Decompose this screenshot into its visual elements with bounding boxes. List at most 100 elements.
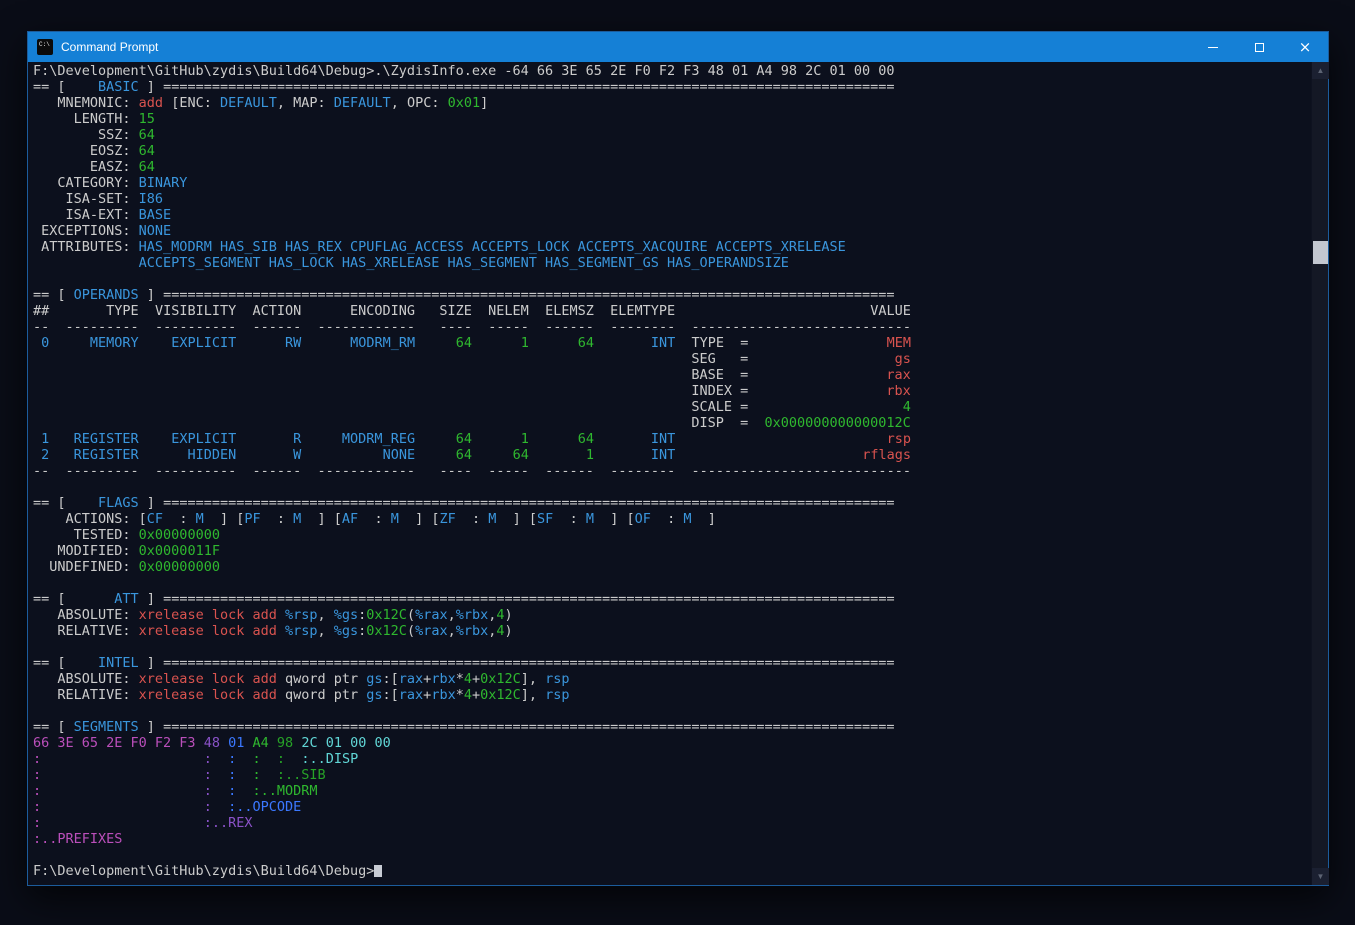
terminal-text: 0x12C (366, 607, 407, 623)
terminal-text (472, 431, 521, 447)
terminal-text (66, 655, 99, 671)
terminal-text: : (163, 511, 196, 527)
terminal-line: EOSZ: 64 (33, 143, 1311, 159)
close-icon: × (1299, 40, 1312, 55)
terminal-text: BASE = (691, 367, 748, 383)
scrollbar-thumb[interactable] (1313, 241, 1328, 264)
terminal-text: EOSZ: (33, 143, 139, 159)
terminal-text: RW (285, 335, 301, 351)
terminal-text: rbx (431, 671, 455, 687)
terminal-text: BASE (139, 207, 172, 223)
terminal-text (472, 335, 521, 351)
terminal-text: I86 (139, 191, 163, 207)
close-button[interactable]: × (1282, 32, 1328, 62)
terminal-text: : (253, 751, 261, 767)
terminal-text: OF (635, 511, 651, 527)
terminal-text (212, 783, 228, 799)
terminal-text: BASIC (98, 79, 139, 95)
terminal-text: ) (505, 607, 513, 623)
terminal-text: 64 (456, 447, 472, 463)
terminal-line: 1 REGISTER EXPLICIT R MODRM_REG 64 1 64 … (33, 431, 1311, 447)
terminal-text (472, 447, 513, 463)
titlebar[interactable]: C:\ Command Prompt × (28, 32, 1328, 62)
terminal-line: MNEMONIC: add [ENC: DEFAULT, MAP: DEFAUL… (33, 95, 1311, 111)
terminal-text: M (196, 511, 204, 527)
terminal-text: 64 (578, 431, 594, 447)
window-title: Command Prompt (61, 40, 1190, 54)
terminal-output[interactable]: F:\Development\GitHub\zydis\Build64\Debu… (28, 62, 1311, 885)
terminal-text (675, 463, 691, 479)
scroll-up-icon[interactable]: ▲ (1312, 62, 1329, 79)
terminal-text: : (33, 799, 41, 815)
terminal-text: 64 (456, 335, 472, 351)
terminal-line: RELATIVE: xrelease lock add %rsp, %gs:0x… (33, 623, 1311, 639)
terminal-text (212, 799, 228, 815)
terminal-text (594, 431, 651, 447)
terminal-text (236, 319, 252, 335)
terminal-text (594, 447, 651, 463)
terminal-text: INT (651, 447, 675, 463)
terminal-text (33, 351, 691, 367)
terminal-text: : (358, 511, 391, 527)
terminal-text (529, 463, 545, 479)
terminal-line: : :..REX (33, 815, 1311, 831)
terminal-text: SEGMENTS (74, 719, 139, 735)
scroll-down-icon[interactable]: ▼ (1312, 868, 1329, 885)
terminal-line (33, 639, 1311, 655)
terminal-line: : : :..OPCODE (33, 799, 1311, 815)
terminal-text: ACCEPTS_SEGMENT HAS_LOCK HAS_XRELEASE HA… (139, 255, 789, 271)
terminal-text (301, 447, 382, 463)
terminal-text: : (204, 799, 212, 815)
terminal-text: rflags (862, 447, 911, 463)
terminal-text (675, 319, 691, 335)
terminal-text (41, 799, 204, 815)
terminal-text: gs (895, 351, 911, 367)
terminal-text: OPERANDS (74, 287, 139, 303)
terminal-text: ----- (488, 463, 529, 479)
terminal-text: SCALE = (691, 399, 748, 415)
terminal-text: ========================================… (163, 287, 895, 303)
terminal-text (529, 447, 586, 463)
terminal-text: : (651, 511, 684, 527)
scrollbar[interactable]: ▲ ▼ (1311, 62, 1328, 885)
terminal-line: :..PREFIXES (33, 831, 1311, 847)
terminal-text (748, 415, 764, 431)
terminal-text: %rsp (285, 607, 318, 623)
terminal-text: , (318, 607, 334, 623)
terminal-text: , (448, 623, 456, 639)
terminal-text: SEG = (691, 351, 748, 367)
terminal-text: CATEGORY: (33, 175, 139, 191)
console-area: F:\Development\GitHub\zydis\Build64\Debu… (28, 62, 1328, 885)
minimize-button[interactable] (1190, 32, 1236, 62)
terminal-text: LENGTH: (33, 111, 139, 127)
terminal-text: 4 (464, 671, 472, 687)
terminal-line: EASZ: 64 (33, 159, 1311, 175)
terminal-line (33, 703, 1311, 719)
terminal-text (269, 735, 277, 751)
terminal-text (261, 767, 277, 783)
terminal-text: == [ (33, 79, 66, 95)
terminal-line: : : : : : :..DISP (33, 751, 1311, 767)
terminal-text: ] [ (594, 511, 635, 527)
cmd-icon: C:\ (37, 39, 53, 55)
console-window: C:\ Command Prompt × F:\Development\GitH… (27, 31, 1329, 886)
terminal-text: INDEX = (691, 383, 748, 399)
terminal-text: VALUE (870, 303, 911, 319)
terminal-text (139, 335, 172, 351)
terminal-line: RELATIVE: xrelease lock add qword ptr gs… (33, 687, 1311, 703)
terminal-text: ISA-SET: (33, 191, 139, 207)
terminal-text: F:\Development\GitHub\zydis\Build64\Debu… (33, 863, 374, 879)
terminal-text: : (204, 783, 212, 799)
terminal-text (529, 319, 545, 335)
terminal-text: ---- (439, 463, 472, 479)
terminal-text: 1 (33, 431, 49, 447)
terminal-text: : (253, 767, 261, 783)
terminal-text: ( (407, 607, 415, 623)
terminal-text: 64 (139, 159, 155, 175)
terminal-text (277, 623, 285, 639)
maximize-button[interactable] (1236, 32, 1282, 62)
terminal-text: rax (399, 671, 423, 687)
terminal-line: : : : : :..SIB (33, 767, 1311, 783)
terminal-text: : (553, 511, 586, 527)
terminal-text: --------------------------- (692, 319, 911, 335)
